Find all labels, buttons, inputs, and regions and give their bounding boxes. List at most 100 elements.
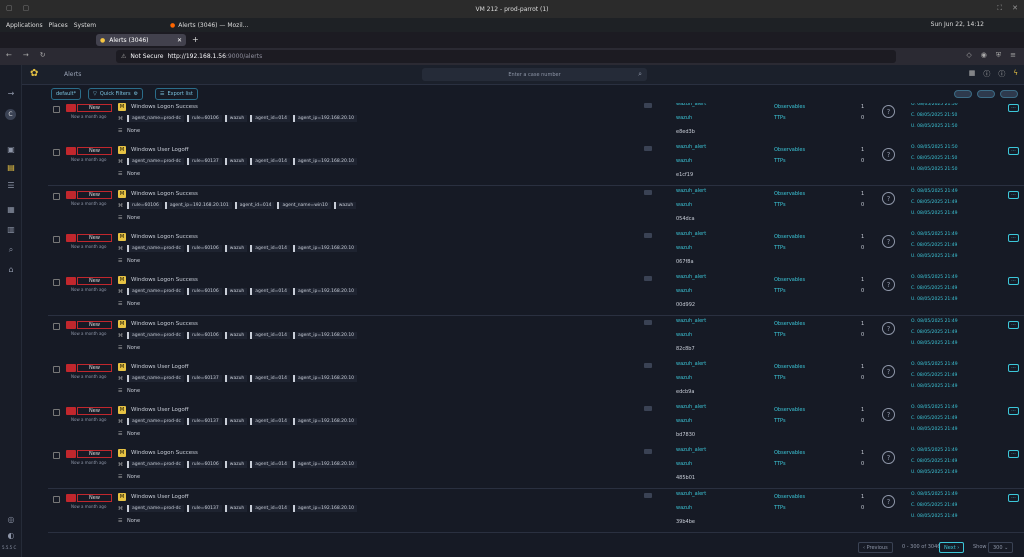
table-row[interactable]: New Now a month ago M Windows Logon Succ… — [48, 272, 1024, 317]
extension-icon[interactable]: ◉ — [981, 51, 987, 60]
alert-source[interactable]: wazuh — [676, 245, 692, 251]
tag-chip[interactable]: wazuh — [224, 374, 248, 382]
row-actions-button[interactable]: ··· — [1008, 320, 1019, 329]
tag-chip[interactable]: agent_ip=192.168.20.10 — [293, 331, 358, 339]
observables-link[interactable]: Observables — [774, 147, 805, 153]
tag-chip[interactable]: agent_ip=192.168.20.10 — [293, 288, 358, 296]
browser-tab[interactable]: ● Alerts (3046) ✕ — [96, 34, 186, 46]
dashboard-icon[interactable]: ▥ — [5, 225, 17, 235]
alert-title[interactable]: Windows Logon Success — [131, 277, 198, 283]
observables-link[interactable]: Observables — [774, 104, 805, 110]
tag-chip[interactable]: agent_name=prod-dc — [127, 461, 184, 469]
tag-chip[interactable]: agent_id=014 — [250, 244, 290, 252]
tag-chip[interactable]: agent_id=014 — [250, 418, 290, 426]
quick-filters-button[interactable]: ▽ Quick Filters ⚙ — [88, 88, 144, 100]
tag-chip[interactable]: agent_id=014 — [250, 504, 290, 512]
row-actions-button[interactable]: ··· — [1008, 493, 1019, 502]
tag-chip[interactable]: wazuh — [224, 158, 248, 166]
tag-chip[interactable]: agent_name=prod-dc — [127, 418, 184, 426]
row-actions-button[interactable]: ··· — [1008, 104, 1019, 112]
alert-type[interactable]: wazuh_alert — [676, 274, 706, 280]
toggle-switch[interactable] — [954, 90, 972, 98]
alert-type[interactable]: wazuh_alert — [676, 144, 706, 150]
language-flag-icon[interactable]: ▦ — [969, 69, 976, 79]
tag-chip[interactable]: agent_ip=192.168.20.101 — [164, 201, 232, 209]
ttps-link[interactable]: TTPs — [774, 115, 786, 121]
filter-preset-button[interactable]: default* — [51, 88, 82, 100]
alert-source[interactable]: wazuh — [676, 158, 692, 164]
avatar[interactable]: C — [5, 109, 16, 120]
alert-source[interactable]: wazuh — [676, 461, 692, 467]
alerts-icon[interactable]: ▤ — [5, 163, 17, 173]
alert-type[interactable]: wazuh_alert — [676, 318, 706, 324]
alert-title[interactable]: Windows User Logoff — [131, 364, 189, 370]
ttps-link[interactable]: TTPs — [774, 202, 786, 208]
menu-places[interactable]: Places — [49, 22, 68, 29]
tag-chip[interactable]: rule=60137 — [186, 418, 222, 426]
tag-chip[interactable]: agent_id=014 — [250, 374, 290, 382]
row-checkbox[interactable] — [53, 322, 60, 330]
menu-applications[interactable]: Applications — [6, 22, 43, 29]
tag-chip[interactable]: agent_id=014 — [250, 158, 290, 166]
tag-chip[interactable]: rule=60106 — [127, 201, 162, 209]
alert-title[interactable]: Windows Logon Success — [131, 321, 198, 327]
table-row[interactable]: New Now a month ago M Windows Logon Succ… — [48, 228, 1024, 273]
tag-chip[interactable]: agent_name=prod-dc — [127, 158, 184, 166]
observables-link[interactable]: Observables — [774, 364, 805, 370]
tag-chip[interactable]: agent_name=prod-dc — [127, 244, 184, 252]
tag-chip[interactable]: agent_name=prod-dc — [127, 331, 184, 339]
pocket-icon[interactable]: ◇ — [966, 51, 971, 60]
row-actions-button[interactable]: ··· — [1008, 450, 1019, 459]
row-actions-button[interactable]: ··· — [1008, 277, 1019, 286]
tag-chip[interactable]: rule=60137 — [186, 158, 222, 166]
tag-chip[interactable]: agent_name=prod-dc — [127, 115, 184, 122]
ttps-link[interactable]: TTPs — [774, 505, 786, 511]
table-row[interactable]: New Now a month ago M Windows Logon Succ… — [48, 315, 1024, 360]
observables-icon[interactable]: ▦ — [5, 205, 17, 215]
previous-button[interactable]: ‹ Previous — [858, 542, 893, 553]
ttps-link[interactable]: TTPs — [774, 245, 786, 251]
reload-icon[interactable]: ↻ — [40, 51, 46, 59]
tag-chip[interactable]: agent_id=014 — [250, 331, 290, 339]
row-checkbox[interactable] — [53, 409, 60, 417]
assignee-unknown-icon[interactable]: ? — [882, 408, 895, 422]
row-checkbox[interactable] — [53, 149, 60, 157]
table-row[interactable]: New Now a month ago M Windows User Logof… — [48, 142, 1024, 187]
table-row[interactable]: New Now a month ago M Windows User Logof… — [48, 488, 1024, 533]
close-icon[interactable]: ✕ — [1012, 4, 1018, 13]
tag-chip[interactable]: rule=60106 — [186, 331, 222, 339]
row-checkbox[interactable] — [53, 452, 60, 460]
tag-chip[interactable]: agent_name=prod-dc — [127, 288, 184, 296]
alert-source[interactable]: wazuh — [676, 418, 692, 424]
row-actions-button[interactable]: ··· — [1008, 233, 1019, 242]
assignee-unknown-icon[interactable]: ? — [882, 321, 895, 335]
tag-chip[interactable]: agent_ip=192.168.20.10 — [293, 374, 358, 382]
tag-chip[interactable]: agent_ip=192.168.20.10 — [293, 244, 358, 252]
tag-chip[interactable]: agent_ip=192.168.20.10 — [293, 158, 358, 166]
tag-chip[interactable]: agent_ip=192.168.20.10 — [293, 115, 358, 122]
tag-chip[interactable]: agent_id=014 — [250, 115, 290, 122]
tag-chip[interactable]: agent_ip=192.168.20.10 — [293, 461, 358, 469]
alert-type[interactable]: wazuh_alert — [676, 447, 706, 453]
search-icon[interactable]: ⌕ — [5, 245, 17, 255]
tag-chip[interactable]: rule=60137 — [186, 504, 222, 512]
row-checkbox[interactable] — [53, 192, 60, 200]
alert-source[interactable]: wazuh — [676, 202, 692, 208]
tag-chip[interactable]: wazuh — [333, 201, 357, 209]
alert-source[interactable]: wazuh — [676, 375, 692, 381]
observables-link[interactable]: Observables — [774, 234, 805, 240]
row-actions-button[interactable]: ··· — [1008, 363, 1019, 372]
observables-link[interactable]: Observables — [774, 191, 805, 197]
shield-icon[interactable]: ⛨ — [996, 51, 1001, 60]
ttps-link[interactable]: TTPs — [774, 418, 786, 424]
tag-chip[interactable]: agent_ip=192.168.20.10 — [293, 418, 358, 426]
row-actions-button[interactable]: ··· — [1008, 407, 1019, 416]
ttps-link[interactable]: TTPs — [774, 375, 786, 381]
fullscreen-icon[interactable]: ⛶ — [997, 4, 1002, 13]
tag-chip[interactable]: rule=60106 — [186, 288, 222, 296]
row-checkbox[interactable] — [53, 279, 60, 287]
assignee-unknown-icon[interactable]: ? — [882, 451, 895, 465]
tag-chip[interactable]: wazuh — [224, 244, 248, 252]
row-actions-button[interactable]: ··· — [1008, 190, 1019, 199]
lightning-icon[interactable]: ϟ — [1013, 69, 1018, 79]
